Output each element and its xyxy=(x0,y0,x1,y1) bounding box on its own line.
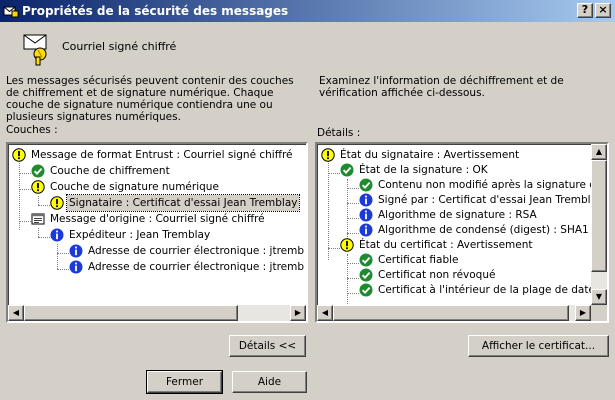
details-toggle-button[interactable]: Détails << xyxy=(229,335,306,357)
scroll-up-button[interactable]: ▲ xyxy=(591,144,607,160)
tree-connector-line xyxy=(347,263,359,264)
close-title-button[interactable]: × xyxy=(595,3,611,18)
tree-node-label: État du certificat : Avertissement xyxy=(359,239,533,251)
tree-connector-line xyxy=(347,293,359,294)
tree-connector-line xyxy=(38,205,50,206)
tree-node-label: Message de format Entrust : Courriel sig… xyxy=(31,149,293,161)
message-type-label: Courriel signé chiffré xyxy=(62,40,177,53)
tree-node-label: Adresse de courrier électronique : jtrem… xyxy=(88,261,305,273)
warning-icon xyxy=(321,148,335,162)
close-button[interactable]: Fermer xyxy=(146,370,223,394)
warning-icon xyxy=(50,196,64,210)
tree-connector-line xyxy=(347,218,359,219)
tree-connector-line xyxy=(38,228,39,237)
tree-node-label: Contenu non modifié après la signature d… xyxy=(378,179,603,191)
help-title-button[interactable]: ? xyxy=(577,3,593,18)
layers-tree[interactable]: Message de format Entrust : Courriel sig… xyxy=(6,142,308,323)
check-icon xyxy=(340,163,354,177)
check-icon xyxy=(359,178,373,192)
tree-connector-line xyxy=(328,248,340,249)
details-description: Examinez l'information de déchiffrement … xyxy=(319,75,564,99)
tree-connector-line xyxy=(19,158,20,230)
scroll-left-button[interactable]: ◀ xyxy=(8,305,24,321)
tree-node-label: Adresse de courrier électronique : jtrem… xyxy=(88,245,305,257)
scroll-corner xyxy=(591,305,607,321)
tree-node-label: Couche de signature numérique xyxy=(50,181,219,193)
info-icon xyxy=(69,260,83,274)
tree-connector-line xyxy=(347,233,359,234)
info-icon xyxy=(359,193,373,207)
tree-node-label: Algorithme de signature : RSA xyxy=(378,209,537,221)
tree-connector-line xyxy=(19,189,31,190)
check-icon xyxy=(359,253,373,267)
tree-connector-line xyxy=(19,221,31,222)
details-vertical-scrollbar[interactable]: ▲ ▼ xyxy=(591,144,607,305)
layers-horizontal-scrollbar[interactable]: ◀ ▶ xyxy=(8,305,306,321)
tree-connector-line xyxy=(347,203,359,204)
info-icon xyxy=(50,228,64,242)
scroll-thumb[interactable] xyxy=(591,160,607,272)
scroll-left-button[interactable]: ◀ xyxy=(317,305,333,321)
layers-label: Couches : xyxy=(6,124,58,136)
warning-icon xyxy=(340,238,354,252)
lock-envelope-icon xyxy=(3,6,19,18)
scroll-right-button[interactable]: ▶ xyxy=(575,305,591,321)
scroll-thumb[interactable] xyxy=(333,305,569,321)
view-certificate-button[interactable]: Afficher le certificat... xyxy=(468,335,609,357)
details-horizontal-scrollbar[interactable]: ◀ ▶ xyxy=(317,305,591,321)
tree-node-label: Message d'origine : Courriel signé chiff… xyxy=(50,213,265,225)
info-icon xyxy=(359,223,373,237)
tree-connector-line xyxy=(19,173,31,174)
tree-connector-line xyxy=(328,173,340,174)
scroll-right-button[interactable]: ▶ xyxy=(290,305,306,321)
signed-encrypted-email-icon xyxy=(23,34,47,66)
scroll-down-button[interactable]: ▼ xyxy=(591,289,607,305)
tree-connector-line xyxy=(38,196,39,205)
tree-node-label: Algorithme de condensé (digest) : SHA1 xyxy=(378,224,589,236)
help-button[interactable]: Aide xyxy=(232,371,307,393)
document-icon xyxy=(31,212,45,226)
info-icon xyxy=(69,244,83,258)
tree-node-label: Certificat non révoqué xyxy=(378,269,496,281)
security-properties-dialog: Propriétés de la sécurité des messages ?… xyxy=(0,0,615,400)
tree-node-label: Couche de chiffrement xyxy=(50,165,170,177)
check-icon xyxy=(359,268,373,282)
tree-node-label: Expéditeur : Jean Tremblay xyxy=(69,229,211,241)
tree-connector-line xyxy=(347,254,348,304)
check-icon xyxy=(359,283,373,297)
details-tree[interactable]: État du signataire : Avertissement État d… xyxy=(315,142,609,323)
warning-icon xyxy=(31,180,45,194)
tree-node-label: Certificat fiable xyxy=(378,254,459,266)
layers-description: Les messages sécurisés peuvent contenir … xyxy=(6,75,294,123)
tree-connector-line xyxy=(57,244,58,269)
scroll-thumb[interactable] xyxy=(24,305,238,321)
tree-node-label: Certificat à l'intérieur de la plage de … xyxy=(378,284,607,296)
tree-node-label: Signataire : Certificat d'essai Jean Tre… xyxy=(65,194,301,212)
tree-node-label: Signé par : Certificat d'essai Jean Trem… xyxy=(378,194,604,206)
tree-connector-line xyxy=(38,237,50,238)
window-title: Propriétés de la sécurité des messages xyxy=(22,4,289,18)
warning-icon xyxy=(12,148,26,162)
tree-connector-line xyxy=(57,253,69,254)
tree-node-label: État du signataire : Avertissement xyxy=(340,149,520,161)
details-label: Détails : xyxy=(317,127,361,139)
info-icon xyxy=(359,208,373,222)
tree-connector-line xyxy=(57,269,69,270)
title-bar: Propriétés de la sécurité des messages ?… xyxy=(0,0,615,22)
tree-connector-line xyxy=(347,278,359,279)
tree-connector-line xyxy=(347,188,359,189)
check-icon xyxy=(31,164,45,178)
tree-node-label: État de la signature : OK xyxy=(359,164,488,176)
